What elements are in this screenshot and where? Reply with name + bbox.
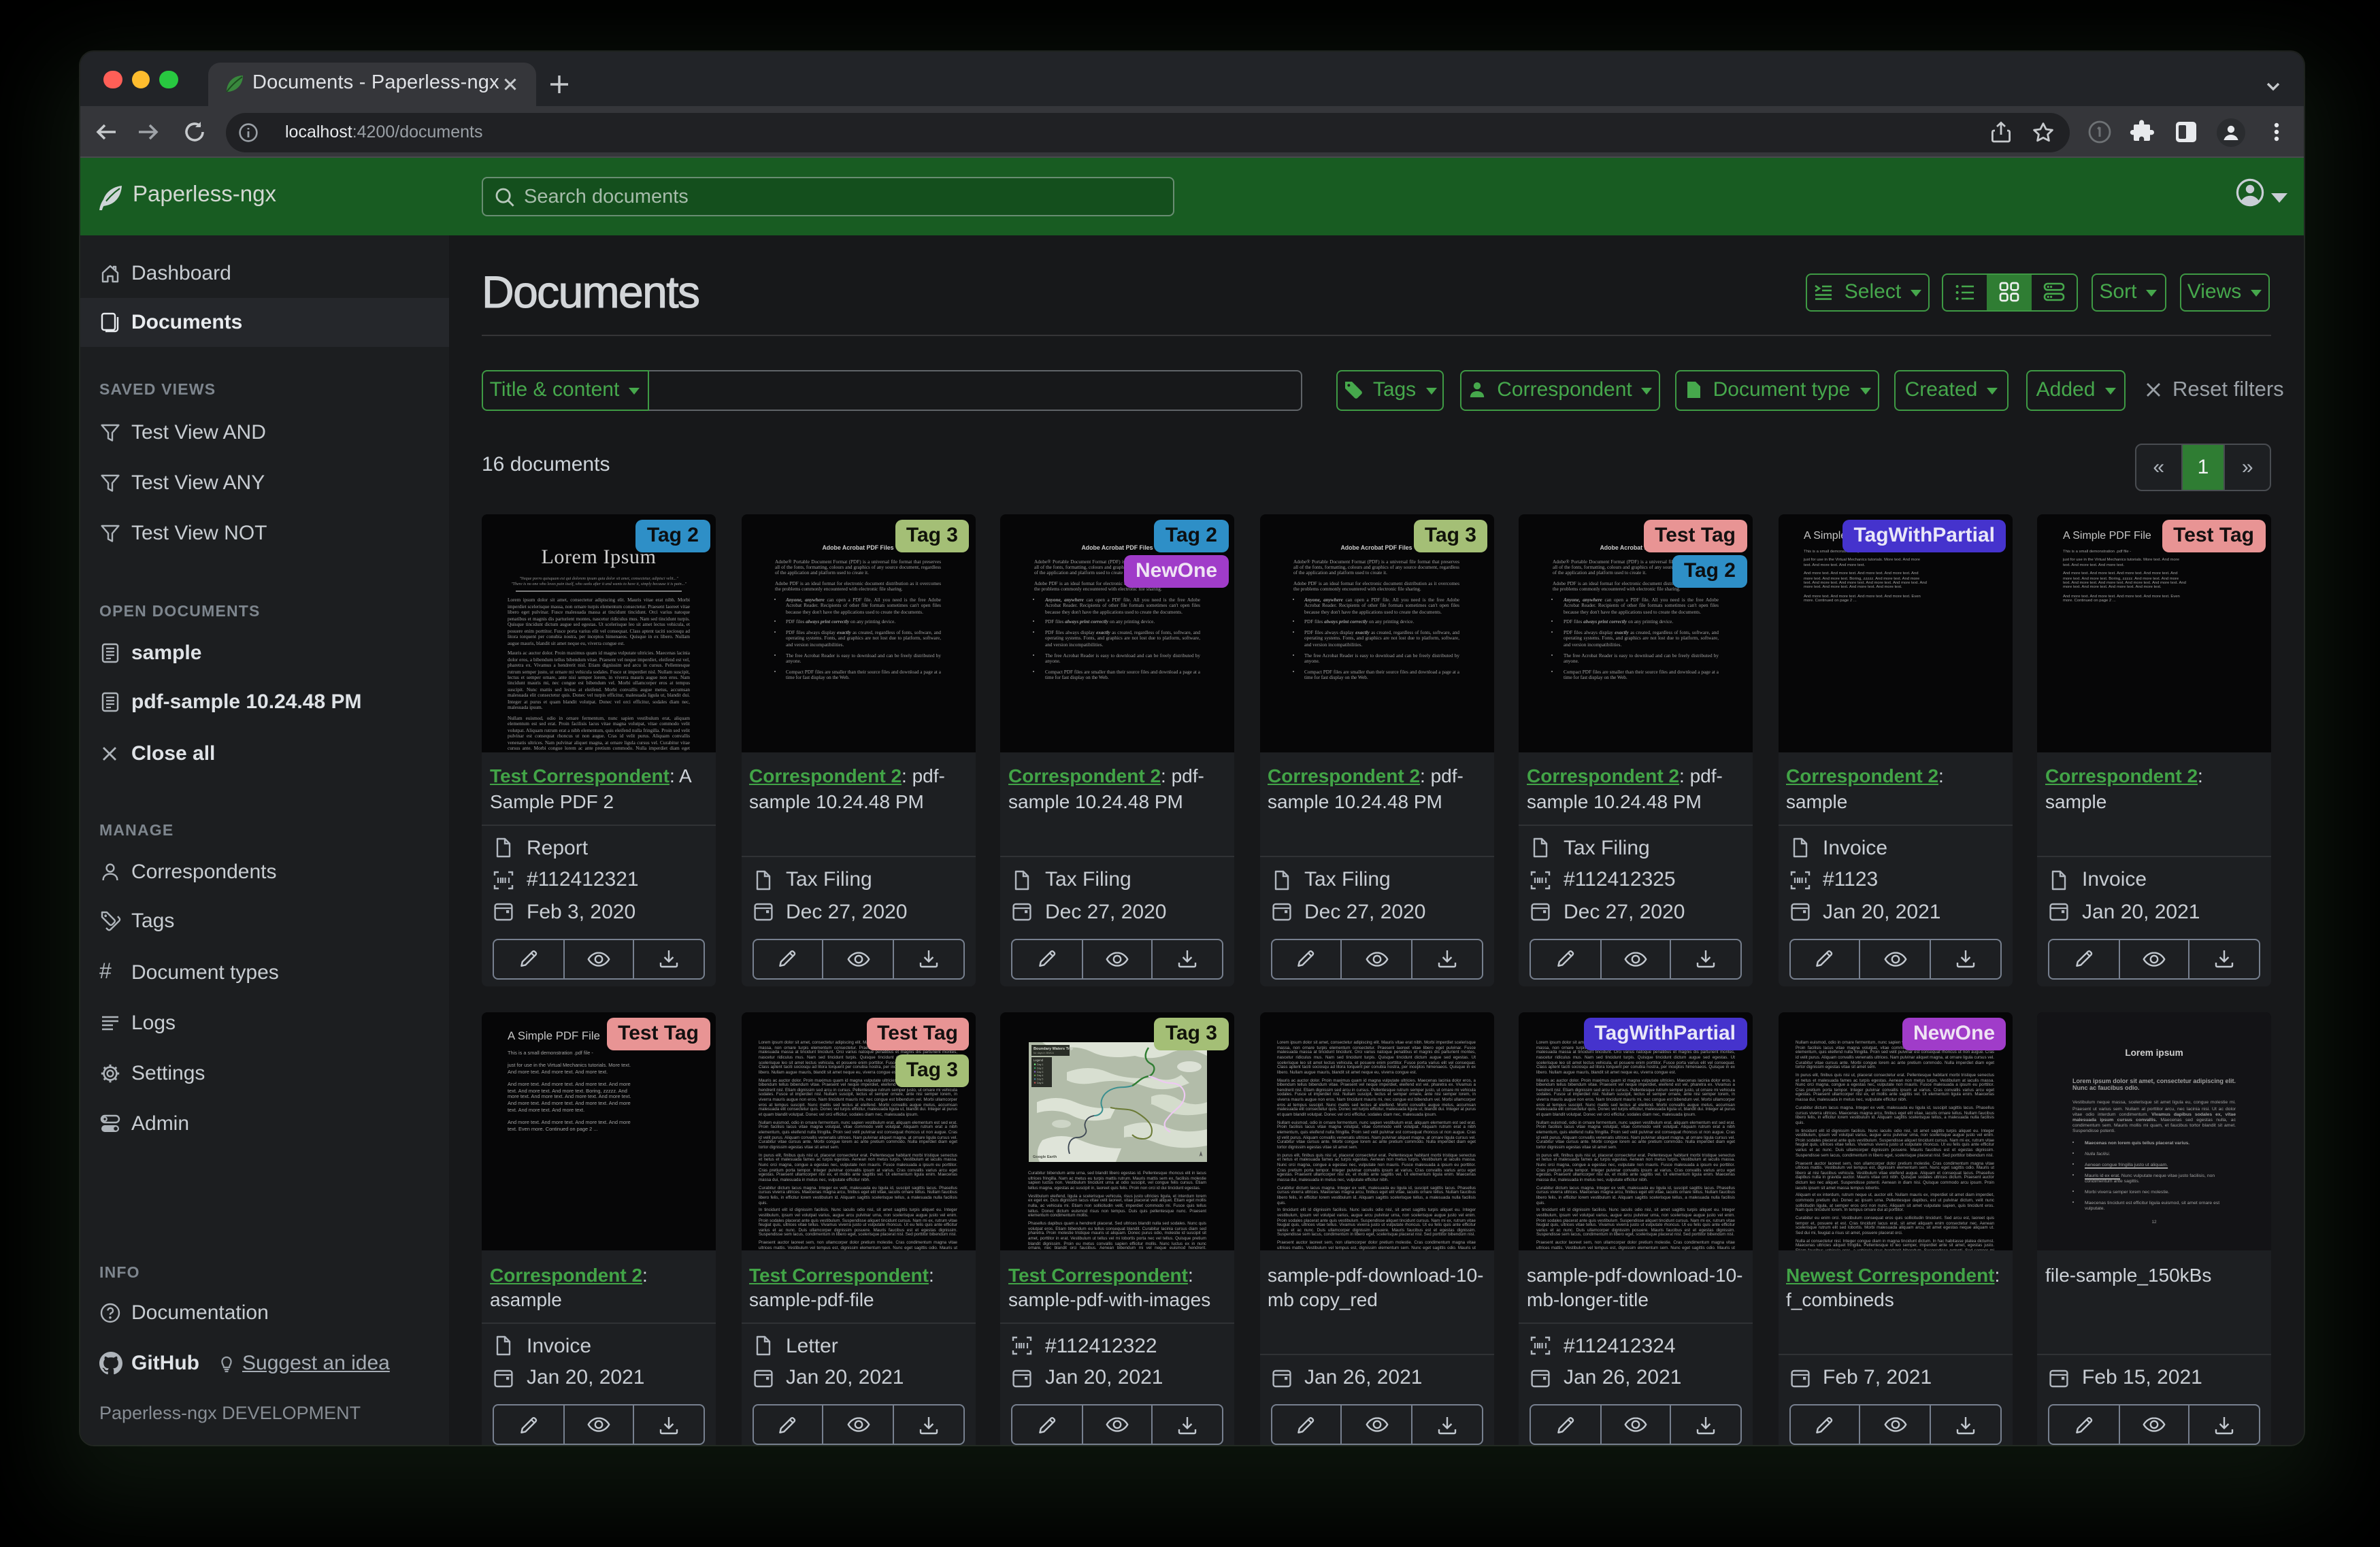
svg-text:for days in BWCA: for days in BWCA bbox=[1033, 1052, 1053, 1054]
svg-text:Day 2: Day 2 bbox=[1036, 1067, 1042, 1069]
svg-text:Day 5: Day 5 bbox=[1036, 1078, 1042, 1081]
svg-text:Day 3: Day 3 bbox=[1036, 1071, 1042, 1074]
svg-text:Day 4: Day 4 bbox=[1036, 1074, 1042, 1077]
svg-text:Day 6: Day 6 bbox=[1036, 1082, 1042, 1084]
svg-text:Day 1: Day 1 bbox=[1036, 1063, 1042, 1066]
svg-text:Google Earth: Google Earth bbox=[1032, 1155, 1057, 1159]
svg-text:Boundary Waters Trip: Boundary Waters Trip bbox=[1033, 1047, 1072, 1051]
svg-text:Legend: Legend bbox=[1033, 1059, 1043, 1062]
